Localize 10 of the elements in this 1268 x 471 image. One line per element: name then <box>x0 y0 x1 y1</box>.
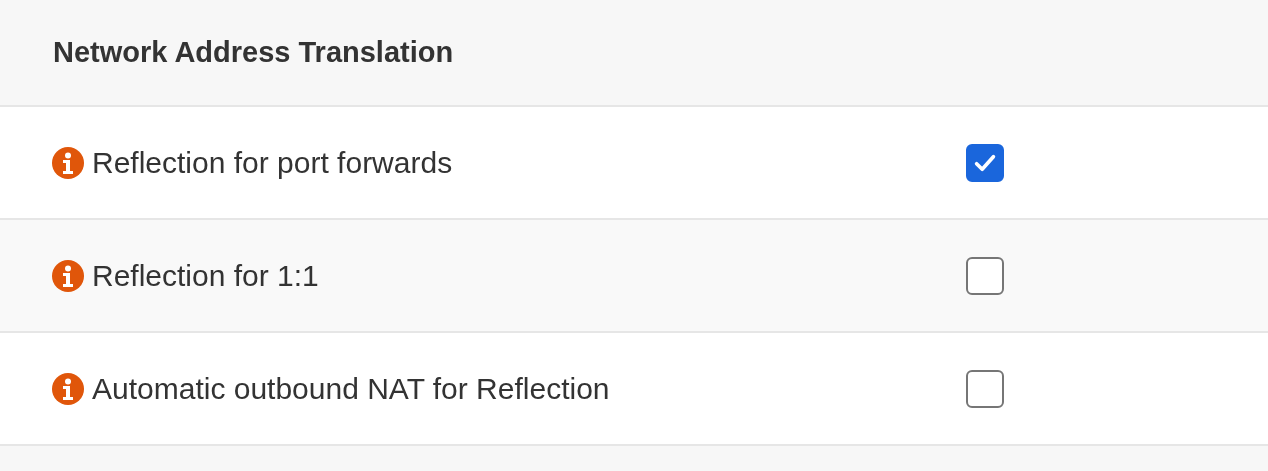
info-icon[interactable] <box>52 259 84 292</box>
info-icon[interactable] <box>52 372 84 405</box>
option-label: Automatic outbound NAT for Reflection <box>92 371 610 406</box>
section-title: Network Address Translation <box>53 36 454 69</box>
checkbox[interactable] <box>966 256 1004 295</box>
option-label: Reflection for 1:1 <box>92 258 319 293</box>
option-label: Reflection for port forwards <box>92 145 453 180</box>
info-icon[interactable] <box>52 146 84 179</box>
checkbox[interactable] <box>966 369 1004 408</box>
checkbox[interactable] <box>966 143 1004 182</box>
